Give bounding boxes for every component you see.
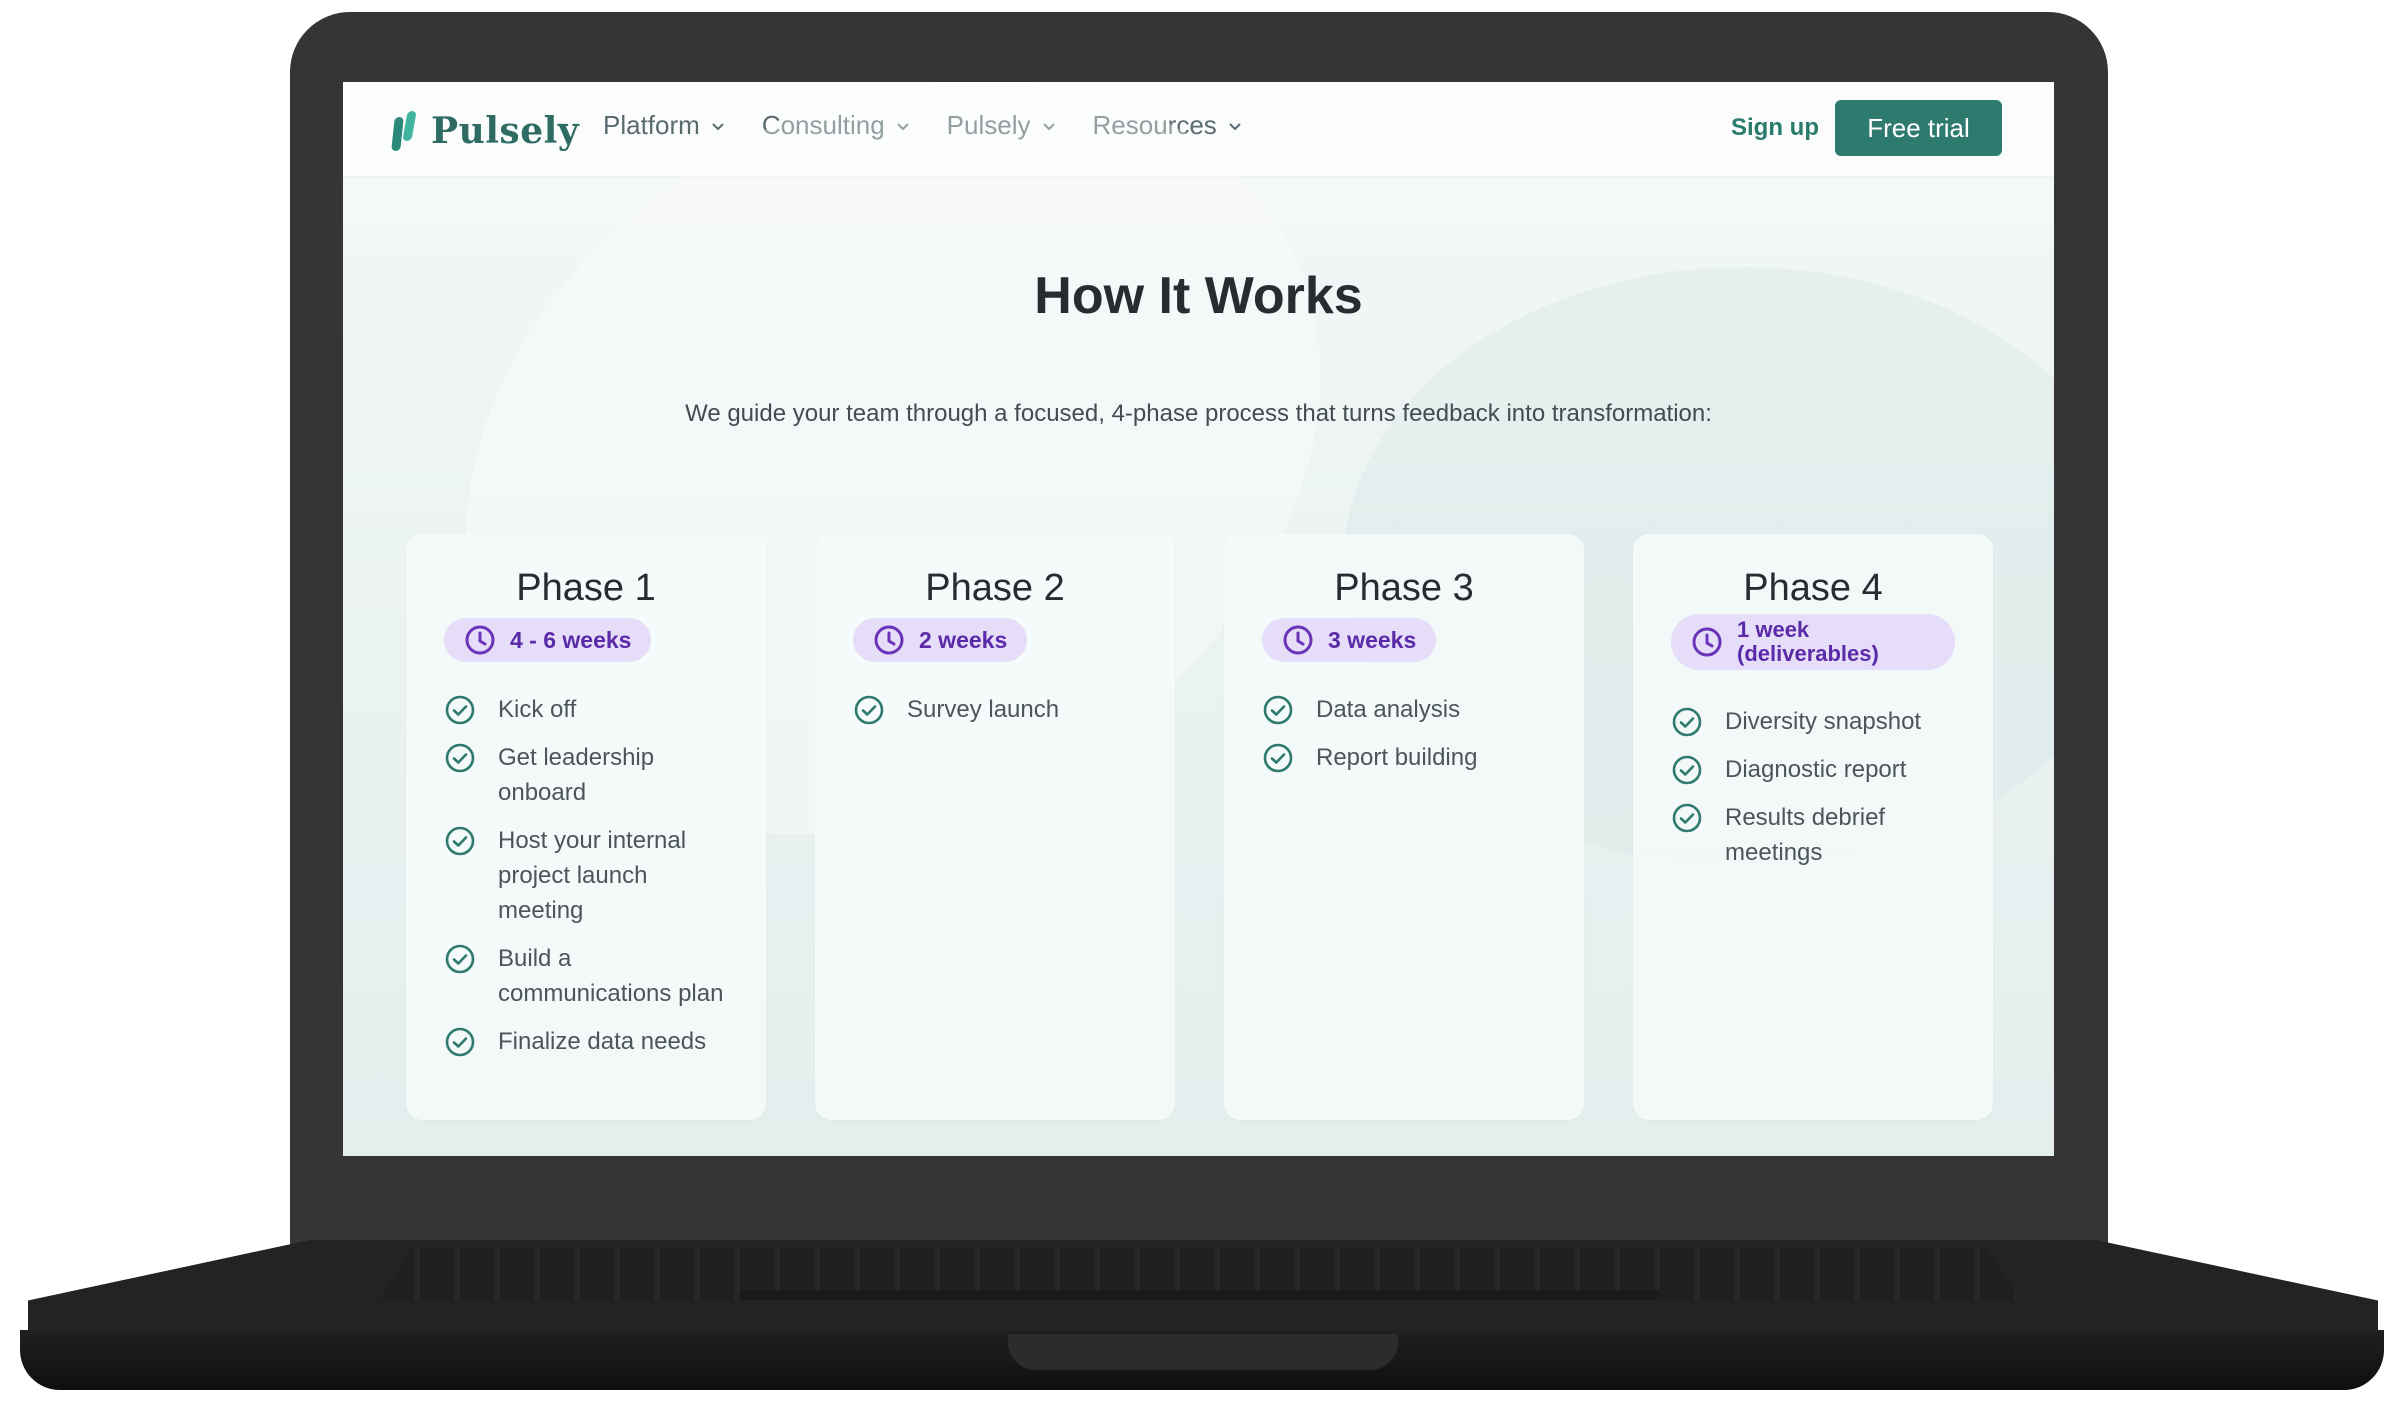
phase-item: Get leadership onboard <box>444 740 728 810</box>
phase-item: Survey launch <box>853 692 1059 727</box>
check-circle-icon <box>1671 752 1703 787</box>
phase-item-label: Report building <box>1316 744 1478 771</box>
phase-item-label: Results debrief meetings <box>1725 804 1886 866</box>
check-circle-icon <box>853 692 885 727</box>
logo[interactable]: Pulsely <box>391 106 579 156</box>
phase-item: Host your internal project launch meetin… <box>444 823 728 928</box>
phase-item-list: Survey launch <box>853 692 1059 740</box>
phase-card: Phase 4 1 week (deliverables) Diversity sn… <box>1633 534 1993 1120</box>
check-circle-icon <box>1262 740 1294 775</box>
phase-item-label: Data analysis <box>1316 696 1461 723</box>
logo-text: Pulsely <box>431 110 580 152</box>
laptop-notch <box>1008 1334 1398 1370</box>
phase-title: Phase 1 <box>516 567 656 609</box>
chevron-down-icon <box>712 122 724 130</box>
phase-item: Data analysis <box>1262 692 1477 727</box>
phase-item: Report building <box>1262 740 1477 775</box>
phase-item: Diversity snapshot <box>1671 704 1955 739</box>
phase-card: Phase 3 3 weeks Data analysis Report buildi… <box>1224 534 1584 1120</box>
sign-up-link[interactable]: Sign up <box>1731 114 1819 142</box>
nav-item-label: Platform <box>603 110 700 140</box>
phase-item-label: Host your internal project launch meetin… <box>498 827 687 924</box>
check-circle-icon <box>444 823 476 928</box>
phase-item: Finalize data needs <box>444 1024 728 1059</box>
duration-badge: 4 - 6 weeks <box>444 618 652 662</box>
duration-badge: 1 week (deliverables) <box>1671 614 1955 670</box>
phase-item-list: Kick off Get leadership onboard Host your … <box>444 692 728 1072</box>
phase-card: Phase 2 2 weeks Survey launch <box>815 534 1175 1120</box>
duration-label: 2 weeks <box>919 626 1008 653</box>
phase-item: Build a communications plan <box>444 941 728 1011</box>
chevron-down-icon <box>1229 122 1241 130</box>
phase-item: Kick off <box>444 692 728 727</box>
phase-item-label: Get leadership onboard <box>498 744 655 806</box>
check-circle-icon <box>444 692 476 727</box>
section-title: How It Works <box>1034 267 1363 325</box>
phase-item-label: Diagnostic report <box>1725 756 1907 783</box>
check-circle-icon <box>444 1024 476 1059</box>
laptop-hinge <box>740 1290 1660 1300</box>
screen: Pulsely Platform Consulting Pulsely Reso… <box>343 82 2054 1156</box>
nav-item-platform[interactable]: Platform <box>603 110 726 141</box>
section-subtitle: We guide your team through a focused, 4-… <box>685 400 1712 427</box>
phase-title: Phase 3 <box>1334 567 1474 609</box>
logo-icon <box>391 111 419 151</box>
phase-item: Results debrief meetings <box>1671 800 1955 870</box>
clock-icon <box>1282 624 1314 656</box>
phase-title: Phase 4 <box>1743 567 1883 609</box>
phase-title: Phase 2 <box>925 567 1065 609</box>
phase-item-list: Data analysis Report building <box>1262 692 1477 788</box>
duration-label: 4 - 6 weeks <box>510 626 632 653</box>
clock-icon <box>1691 626 1723 658</box>
phase-item-label: Build a communications plan <box>498 945 724 1007</box>
clock-icon <box>464 624 496 656</box>
clock-icon <box>873 624 905 656</box>
check-circle-icon <box>444 740 476 810</box>
check-circle-icon <box>1671 800 1703 870</box>
duration-label: 3 weeks <box>1328 626 1417 653</box>
laptop-mockup: Pulsely Platform Consulting Pulsely Reso… <box>0 0 2400 1422</box>
free-trial-button[interactable]: Free trial <box>1835 100 2002 156</box>
check-circle-icon <box>1671 704 1703 739</box>
phase-card: Phase 1 4 - 6 weeks Kick off Get leadership… <box>406 534 766 1120</box>
phase-item-list: Diversity snapshot Diagnostic report Resul… <box>1671 704 1955 883</box>
duration-badge: 3 weeks <box>1262 618 1437 662</box>
check-circle-icon <box>444 941 476 1011</box>
phase-item-label: Diversity snapshot <box>1725 708 1922 735</box>
check-circle-icon <box>1262 692 1294 727</box>
phase-item-label: Survey launch <box>907 696 1060 723</box>
duration-label: 1 week (deliverables) <box>1737 617 1879 666</box>
phase-item-label: Kick off <box>498 696 577 723</box>
duration-badge: 2 weeks <box>853 618 1028 662</box>
phase-item: Diagnostic report <box>1671 752 1955 787</box>
phase-item-label: Finalize data needs <box>498 1028 707 1055</box>
